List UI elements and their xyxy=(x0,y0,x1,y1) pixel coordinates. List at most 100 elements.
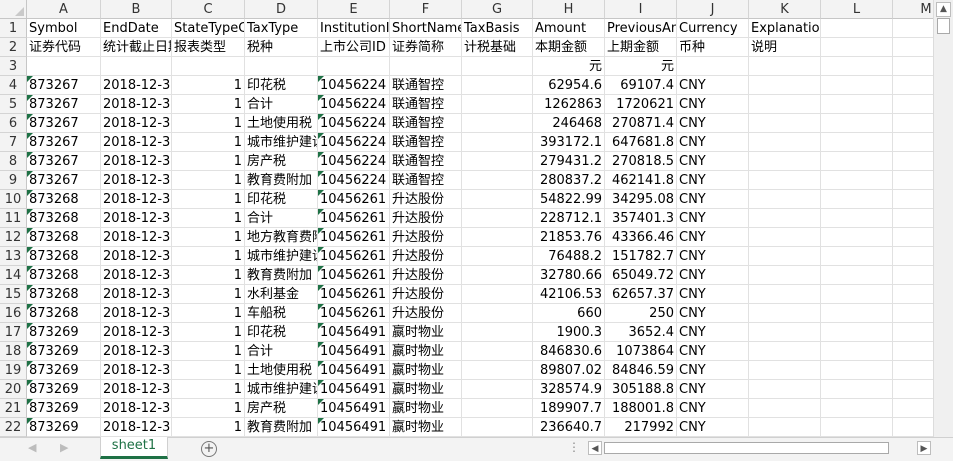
cell-i4[interactable]: 69107.4 xyxy=(605,76,677,95)
cell-b10[interactable]: 2018-12-31 xyxy=(101,190,172,209)
cell-f14[interactable]: 升达股份 xyxy=(390,266,462,285)
cell-k13[interactable] xyxy=(749,247,821,266)
column-header-l[interactable]: L xyxy=(821,0,893,19)
cell-c6[interactable]: 1 xyxy=(172,114,245,133)
cell-f20[interactable]: 嬴时物业 xyxy=(390,380,462,399)
column-header-i[interactable]: I xyxy=(605,0,677,19)
cell-h5[interactable]: 1262863 xyxy=(533,95,605,114)
cell-i12[interactable]: 43366.46 xyxy=(605,228,677,247)
cell-l1[interactable] xyxy=(821,19,893,38)
cell-g14[interactable] xyxy=(462,266,533,285)
cell-k7[interactable] xyxy=(749,133,821,152)
cell-f21[interactable]: 嬴时物业 xyxy=(390,399,462,418)
cell-g12[interactable] xyxy=(462,228,533,247)
cell-a17[interactable]: 873269 xyxy=(27,323,101,342)
cell-k15[interactable] xyxy=(749,285,821,304)
cell-l9[interactable] xyxy=(821,171,893,190)
cell-m6[interactable] xyxy=(893,114,933,133)
cell-j9[interactable]: CNY xyxy=(677,171,749,190)
cell-k17[interactable] xyxy=(749,323,821,342)
row-header[interactable]: 8 xyxy=(0,152,27,171)
more-options-icon[interactable]: ⋮ xyxy=(568,440,580,454)
cell-e18[interactable]: 10456491 xyxy=(318,342,390,361)
cell-e7[interactable]: 10456224 xyxy=(318,133,390,152)
row-header[interactable]: 15 xyxy=(0,285,27,304)
cell-k22[interactable] xyxy=(749,418,821,437)
cell-b2[interactable]: 统计截止日期 xyxy=(101,38,172,57)
row-header[interactable]: 4 xyxy=(0,76,27,95)
cell-b22[interactable]: 2018-12-31 xyxy=(101,418,172,437)
cell-g9[interactable] xyxy=(462,171,533,190)
cell-c19[interactable]: 1 xyxy=(172,361,245,380)
cell-c9[interactable]: 1 xyxy=(172,171,245,190)
cell-a4[interactable]: 873267 xyxy=(27,76,101,95)
cell-j22[interactable]: CNY xyxy=(677,418,749,437)
cell-l15[interactable] xyxy=(821,285,893,304)
cell-f5[interactable]: 联通智控 xyxy=(390,95,462,114)
sheet-tab-sheet1[interactable]: sheet1 xyxy=(100,437,168,459)
cell-d21[interactable]: 房产税 xyxy=(245,399,318,418)
cell-g13[interactable] xyxy=(462,247,533,266)
cell-j5[interactable]: CNY xyxy=(677,95,749,114)
cell-h2[interactable]: 本期金额 xyxy=(533,38,605,57)
cell-m4[interactable] xyxy=(893,76,933,95)
cell-e9[interactable]: 10456224 xyxy=(318,171,390,190)
cell-l3[interactable] xyxy=(821,57,893,76)
cell-j8[interactable]: CNY xyxy=(677,152,749,171)
cell-k1[interactable]: Explanation xyxy=(749,19,821,38)
cell-a1[interactable]: Symbol xyxy=(27,19,101,38)
cell-f7[interactable]: 联通智控 xyxy=(390,133,462,152)
cell-m10[interactable] xyxy=(893,190,933,209)
cell-j14[interactable]: CNY xyxy=(677,266,749,285)
cell-h13[interactable]: 76488.2 xyxy=(533,247,605,266)
cell-j4[interactable]: CNY xyxy=(677,76,749,95)
cell-e1[interactable]: InstitutionID xyxy=(318,19,390,38)
cell-l21[interactable] xyxy=(821,399,893,418)
cell-b3[interactable] xyxy=(101,57,172,76)
cell-i2[interactable]: 上期金额 xyxy=(605,38,677,57)
row-header[interactable]: 21 xyxy=(0,399,27,418)
cell-k16[interactable] xyxy=(749,304,821,323)
cell-c18[interactable]: 1 xyxy=(172,342,245,361)
cell-i13[interactable]: 151782.7 xyxy=(605,247,677,266)
cell-l17[interactable] xyxy=(821,323,893,342)
cell-i8[interactable]: 270818.5 xyxy=(605,152,677,171)
cell-b18[interactable]: 2018-12-31 xyxy=(101,342,172,361)
cell-j17[interactable]: CNY xyxy=(677,323,749,342)
cell-i11[interactable]: 357401.3 xyxy=(605,209,677,228)
cell-f19[interactable]: 嬴时物业 xyxy=(390,361,462,380)
cell-a12[interactable]: 873268 xyxy=(27,228,101,247)
cell-g7[interactable] xyxy=(462,133,533,152)
cell-d13[interactable]: 城市维护建设税 xyxy=(245,247,318,266)
column-header-j[interactable]: J xyxy=(677,0,749,19)
cell-m17[interactable] xyxy=(893,323,933,342)
cell-c8[interactable]: 1 xyxy=(172,152,245,171)
cell-l7[interactable] xyxy=(821,133,893,152)
cell-a11[interactable]: 873268 xyxy=(27,209,101,228)
cell-j6[interactable]: CNY xyxy=(677,114,749,133)
cell-i20[interactable]: 305188.8 xyxy=(605,380,677,399)
cell-k2[interactable]: 说明 xyxy=(749,38,821,57)
cell-g10[interactable] xyxy=(462,190,533,209)
cell-i10[interactable]: 34295.08 xyxy=(605,190,677,209)
cell-a15[interactable]: 873268 xyxy=(27,285,101,304)
cell-f1[interactable]: ShortName xyxy=(390,19,462,38)
cell-j7[interactable]: CNY xyxy=(677,133,749,152)
cell-f11[interactable]: 升达股份 xyxy=(390,209,462,228)
cell-c5[interactable]: 1 xyxy=(172,95,245,114)
cell-a14[interactable]: 873268 xyxy=(27,266,101,285)
cell-k20[interactable] xyxy=(749,380,821,399)
cell-j16[interactable]: CNY xyxy=(677,304,749,323)
vertical-scroll-thumb[interactable] xyxy=(937,18,950,34)
cell-c17[interactable]: 1 xyxy=(172,323,245,342)
column-header-a[interactable]: A xyxy=(27,0,101,19)
column-header-c[interactable]: C xyxy=(172,0,245,19)
cell-i21[interactable]: 188001.8 xyxy=(605,399,677,418)
cell-d17[interactable]: 印花税 xyxy=(245,323,318,342)
cell-a2[interactable]: 证券代码 xyxy=(27,38,101,57)
cell-d4[interactable]: 印花税 xyxy=(245,76,318,95)
row-header[interactable]: 16 xyxy=(0,304,27,323)
cell-h16[interactable]: 660 xyxy=(533,304,605,323)
cell-e20[interactable]: 10456491 xyxy=(318,380,390,399)
cell-d16[interactable]: 车船税 xyxy=(245,304,318,323)
